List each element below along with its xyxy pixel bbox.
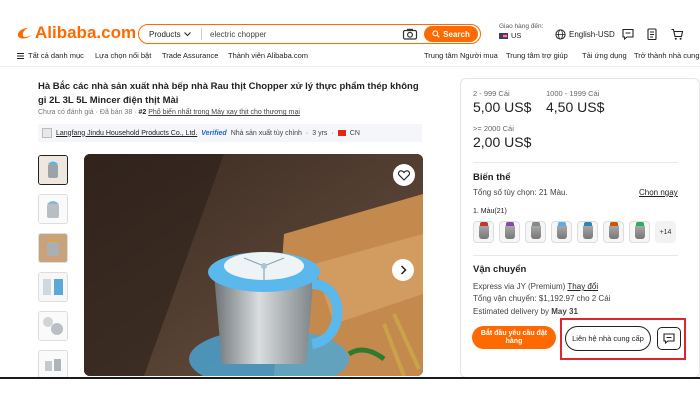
change-shipping-link[interactable]: Thay đổi [567, 282, 598, 291]
nav-buyer-central[interactable]: Trung tâm Người mua [424, 51, 498, 60]
product-main-image[interactable] [84, 154, 423, 376]
color-option-label: 1. Màu(21) [473, 208, 507, 215]
heart-icon [398, 169, 410, 181]
tier-1-range: 2 - 999 Cái [473, 89, 510, 98]
supplier-bar: Langfang Jindu Household Products Co., L… [38, 124, 422, 142]
alibaba-logo-icon [17, 28, 31, 39]
supplier-years: 3 yrs [312, 129, 328, 137]
shipping-total: Tổng vận chuyển: $1,192.97 cho 2 Cái [473, 294, 611, 303]
color-swatches: +14 [473, 221, 676, 243]
supplier-type: Nhà sản xuất tùy chỉnh [230, 129, 302, 137]
product-meta: Chưa có đánh giá · Đã bán 38 · #2 Phổ bi… [38, 109, 300, 116]
header: Alibaba.com Products Search Giao hàng đế… [0, 0, 700, 48]
logo-text: Alibaba.com [35, 23, 137, 42]
deliver-to[interactable]: Giao hàng đến: US [499, 22, 543, 40]
chevron-down-icon [183, 31, 191, 36]
messages-icon[interactable] [621, 27, 635, 41]
next-image-button[interactable] [392, 259, 414, 281]
nav-divider [0, 66, 700, 67]
nav-all-categories[interactable]: Tất cả danh mục [28, 51, 84, 60]
thumbnail-item[interactable] [38, 350, 68, 380]
shipping-method: Express via JY (Premium) Thay đổi [473, 282, 598, 291]
color-swatch[interactable] [499, 221, 520, 243]
cart-icon[interactable] [670, 27, 684, 41]
start-order-button[interactable]: Bắt đầu yêu cầu đặt hàng [472, 326, 556, 349]
nav-get-app[interactable]: Tải ứng dụng [582, 51, 627, 60]
color-swatch[interactable] [629, 221, 650, 243]
chat-button[interactable] [657, 327, 681, 350]
thumbnail-list [38, 155, 68, 389]
nav-become-supplier[interactable]: Trở thành nhà cung cấp [634, 51, 700, 60]
chat-icon [663, 333, 675, 344]
variants-title: Biến thể [473, 172, 511, 183]
tier-3-range: >= 2000 Cái [473, 124, 514, 133]
color-swatch[interactable] [577, 221, 598, 243]
rank-link[interactable]: Phổ biến nhất trong Máy xay thịt cho thư… [148, 109, 300, 116]
tier-1-price: 5,00 US$ [473, 99, 532, 115]
thumbnail-item[interactable] [38, 272, 68, 302]
supplier-country: CN [349, 129, 360, 137]
language-currency-selector[interactable]: English-USD [555, 29, 615, 40]
nav-help-center[interactable]: Trung tâm trợ giúp [506, 51, 568, 60]
menu-icon [17, 53, 24, 59]
cn-flag-icon [337, 130, 346, 136]
tier-2-price: 4,50 US$ [546, 99, 605, 115]
search-input[interactable] [202, 29, 402, 39]
estimated-delivery: Estimated delivery by May 31 [473, 307, 578, 316]
us-flag-icon [499, 32, 508, 39]
search-button[interactable]: Search [424, 26, 478, 42]
estimated-delivery-label: Estimated delivery by [473, 307, 550, 316]
tier-3-price: 2,00 US$ [473, 134, 532, 150]
search-bar: Products Search [138, 24, 481, 44]
supplier-name-link[interactable]: Langfang Jindu Household Products Co., L… [56, 130, 197, 137]
tier-2-range: 1000 - 1999 Cái [546, 89, 600, 98]
search-category-label: Products [149, 29, 181, 39]
camera-search-icon[interactable] [402, 28, 418, 40]
nav-featured-selections[interactable]: Lựa chọn nổi bật [95, 51, 151, 60]
color-swatch[interactable] [525, 221, 546, 243]
supplier-logo [42, 128, 52, 138]
color-swatch[interactable] [473, 221, 494, 243]
deliver-to-label: Giao hàng đến: [499, 23, 544, 30]
verified-badge: Verified [201, 129, 227, 137]
deliver-country: US [511, 31, 522, 40]
contact-supplier-button[interactable]: Liên hệ nhà cung cấp [565, 326, 651, 351]
estimated-delivery-date: May 31 [551, 307, 578, 316]
thumbnail-item[interactable] [38, 233, 68, 263]
category-nav: Tất cả danh mục Lựa chọn nổi bật Trade A… [0, 48, 700, 64]
thumbnail-item[interactable] [38, 311, 68, 341]
globe-icon [555, 29, 566, 40]
panel-divider [473, 162, 678, 163]
thumbnail-item[interactable] [38, 194, 68, 224]
sold-count: Đã bán 38 [99, 109, 133, 116]
reviews-status: Chưa có đánh giá [38, 109, 94, 116]
color-swatch[interactable] [551, 221, 572, 243]
panel-divider [473, 255, 678, 256]
nav-alibaba-membership[interactable]: Thành viên Alibaba.com [228, 51, 308, 60]
orders-icon[interactable] [645, 27, 659, 41]
more-colors-button[interactable]: +14 [655, 221, 676, 243]
alibaba-logo[interactable]: Alibaba.com [16, 23, 136, 43]
product-title: Hà Bắc các nhà sản xuất nhà bếp nhà Rau … [38, 81, 419, 106]
variants-total: Tổng số tùy chọn: 21 Màu. [473, 188, 568, 197]
page-bottom [0, 379, 700, 400]
rank-badge: #2 [138, 109, 147, 116]
shipping-title: Vận chuyển [473, 264, 527, 275]
nav-trade-assurance[interactable]: Trade Assurance [162, 51, 218, 60]
search-icon [432, 30, 440, 38]
language-currency-label: English-USD [569, 30, 615, 39]
search-button-label: Search [443, 29, 470, 39]
select-now-link[interactable]: Chọn ngay [639, 188, 678, 197]
favorite-button[interactable] [393, 164, 415, 186]
color-swatch[interactable] [603, 221, 624, 243]
chevron-right-icon [400, 265, 407, 275]
search-category-select[interactable]: Products [139, 30, 197, 39]
shipping-method-text: Express via JY (Premium) [473, 282, 566, 291]
thumbnail-item[interactable] [38, 155, 68, 185]
